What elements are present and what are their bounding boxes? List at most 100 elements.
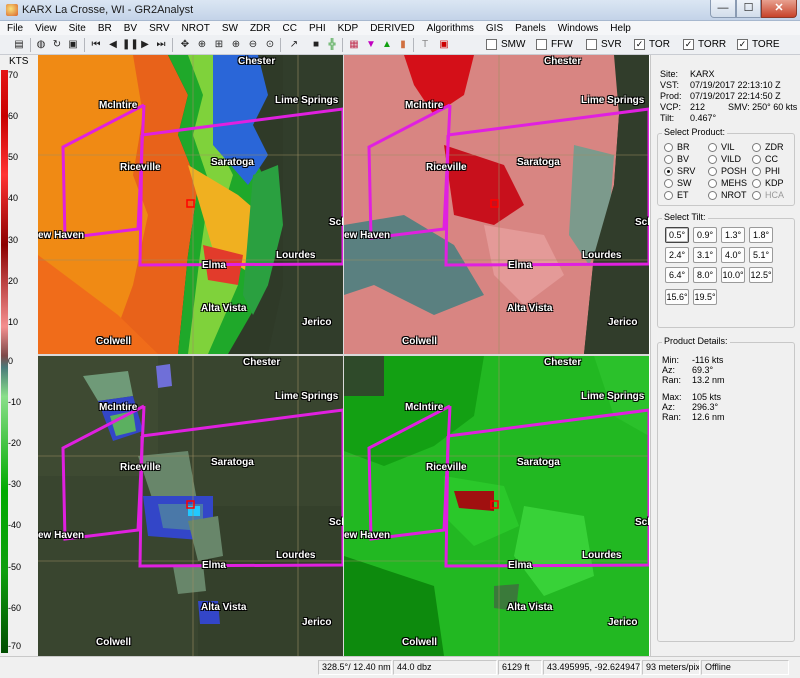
product-radio-mehs[interactable]: MEHS bbox=[708, 178, 747, 188]
radio-dot[interactable] bbox=[708, 178, 717, 188]
menu-nrot[interactable]: NROT bbox=[182, 23, 210, 34]
measure-icon[interactable]: ↗ bbox=[287, 38, 301, 52]
text-tool-icon[interactable]: T bbox=[418, 38, 432, 52]
product-radio-phi[interactable]: PHI bbox=[752, 166, 780, 176]
minimize-button[interactable]: — bbox=[710, 0, 736, 18]
tilt-button[interactable]: 5.1° bbox=[749, 247, 773, 263]
warning-toggle-smw[interactable]: SMW bbox=[486, 39, 525, 50]
tilt-button[interactable]: 12.5° bbox=[749, 267, 773, 283]
product-radio-br[interactable]: BR bbox=[664, 142, 690, 152]
checkbox-tor[interactable]: ✓ bbox=[634, 39, 645, 50]
triangle-up-icon[interactable]: ▲ bbox=[380, 38, 394, 52]
open-folder-icon[interactable]: ▤ bbox=[12, 38, 26, 52]
color-table-icon[interactable]: ▦ bbox=[347, 38, 361, 52]
radio-dot[interactable] bbox=[664, 154, 673, 164]
menu-derived[interactable]: DERIVED bbox=[370, 23, 414, 34]
radar-panel-top-left[interactable]: Chester McIntire Lime Springs Riceville … bbox=[38, 55, 343, 354]
tilt-button[interactable]: 0.9° bbox=[693, 227, 717, 243]
menu-site[interactable]: Site bbox=[69, 23, 86, 34]
menu-view[interactable]: View bbox=[35, 23, 57, 34]
product-radio-cc[interactable]: CC bbox=[752, 154, 778, 164]
product-radio-vil[interactable]: VIL bbox=[708, 142, 735, 152]
product-radio-vild[interactable]: VILD bbox=[708, 154, 741, 164]
radar-panel-bottom-right[interactable]: Chester McIntire Lime Springs Riceville … bbox=[344, 356, 649, 656]
menu-br[interactable]: BR bbox=[98, 23, 112, 34]
product-radio-sw[interactable]: SW bbox=[664, 178, 692, 188]
warning-toggle-svr[interactable]: SVR bbox=[586, 39, 622, 50]
menu-cc[interactable]: CC bbox=[283, 23, 297, 34]
menu-sw[interactable]: SW bbox=[222, 23, 238, 34]
menu-panels[interactable]: Panels bbox=[515, 23, 546, 34]
product-radio-et[interactable]: ET bbox=[664, 190, 689, 200]
checkbox-tore[interactable]: ✓ bbox=[737, 39, 748, 50]
product-radio-bv[interactable]: BV bbox=[664, 154, 689, 164]
radar-panel-top-right[interactable]: Chester McIntire Lime Springs Riceville … bbox=[344, 55, 649, 354]
maximize-button[interactable]: ☐ bbox=[736, 0, 761, 18]
radio-dot[interactable] bbox=[752, 166, 761, 176]
radio-dot[interactable] bbox=[664, 142, 673, 152]
tilt-button[interactable]: 6.4° bbox=[665, 267, 689, 283]
skip-first-icon[interactable]: ⏮ bbox=[89, 38, 103, 52]
zoom-fit-icon[interactable]: ⊕ bbox=[195, 38, 209, 52]
warning-toggle-torr[interactable]: ✓ TORR bbox=[683, 39, 726, 50]
refresh-icon[interactable]: ↻ bbox=[50, 38, 64, 52]
warning-toggle-ffw[interactable]: FFW bbox=[536, 39, 573, 50]
menu-algorithms[interactable]: Algorithms bbox=[427, 23, 474, 34]
record-icon[interactable]: ▣ bbox=[437, 38, 451, 52]
radio-dot[interactable] bbox=[664, 166, 673, 176]
menu-help[interactable]: Help bbox=[610, 23, 631, 34]
product-radio-srv[interactable]: SRV bbox=[664, 166, 695, 176]
product-radio-posh[interactable]: POSH bbox=[708, 166, 747, 176]
zoom-out-icon[interactable]: ⊖ bbox=[246, 38, 260, 52]
menu-srv[interactable]: SRV bbox=[149, 23, 169, 34]
tilt-button[interactable]: 3.1° bbox=[693, 247, 717, 263]
radio-dot[interactable] bbox=[752, 154, 761, 164]
tilt-button[interactable]: 4.0° bbox=[721, 247, 745, 263]
skip-last-icon[interactable]: ⏭ bbox=[154, 38, 168, 52]
radio-dot[interactable] bbox=[708, 154, 717, 164]
zoom-in-icon[interactable]: ⊕ bbox=[229, 38, 243, 52]
product-radio-kdp[interactable]: KDP bbox=[752, 178, 784, 188]
tilt-button[interactable]: 2.4° bbox=[665, 247, 689, 263]
warning-toggle-tor[interactable]: ✓ TOR bbox=[634, 39, 670, 50]
globe-icon[interactable]: ◍ bbox=[34, 38, 48, 52]
capsule-icon[interactable]: ▮ bbox=[396, 38, 410, 52]
product-radio-zdr[interactable]: ZDR bbox=[752, 142, 784, 152]
tilt-button[interactable]: 19.5° bbox=[693, 289, 717, 305]
tilt-button[interactable]: 1.3° bbox=[721, 227, 745, 243]
checkbox-ffw[interactable] bbox=[536, 39, 547, 50]
menu-kdp[interactable]: KDP bbox=[338, 23, 359, 34]
checkbox-torr[interactable]: ✓ bbox=[683, 39, 694, 50]
play-icon[interactable]: ▶ bbox=[138, 38, 152, 52]
pause-icon[interactable]: ❚❚ bbox=[122, 38, 139, 52]
checkbox-smw[interactable] bbox=[486, 39, 497, 50]
triangle-down-icon[interactable]: ▼ bbox=[364, 38, 378, 52]
tilt-button[interactable]: 8.0° bbox=[693, 267, 717, 283]
zoom-box-icon[interactable]: ⊞ bbox=[212, 38, 226, 52]
tilt-button[interactable]: 10.0° bbox=[721, 267, 745, 283]
menu-windows[interactable]: Windows bbox=[558, 23, 599, 34]
radio-dot[interactable] bbox=[752, 178, 761, 188]
menu-zdr[interactable]: ZDR bbox=[250, 23, 271, 34]
tilt-button[interactable]: 15.6° bbox=[665, 289, 689, 305]
menu-phi[interactable]: PHI bbox=[309, 23, 326, 34]
radio-dot[interactable] bbox=[708, 142, 717, 152]
menu-bv[interactable]: BV bbox=[124, 23, 137, 34]
stop-icon[interactable]: ■ bbox=[309, 38, 323, 52]
zoom-reset-icon[interactable]: ⊙ bbox=[263, 38, 277, 52]
radio-dot[interactable] bbox=[752, 142, 761, 152]
panel-divider-horizontal[interactable] bbox=[38, 354, 649, 356]
radio-dot[interactable] bbox=[664, 190, 673, 200]
radar-panel-bottom-left[interactable]: Chester McIntire Lime Springs Riceville … bbox=[38, 356, 343, 656]
tilt-button[interactable]: 0.5° bbox=[665, 227, 689, 243]
menu-gis[interactable]: GIS bbox=[486, 23, 503, 34]
radio-dot[interactable] bbox=[708, 166, 717, 176]
tilt-button[interactable]: 1.8° bbox=[749, 227, 773, 243]
step-back-icon[interactable]: ◀ bbox=[106, 38, 120, 52]
layout-icon[interactable]: ╬ bbox=[325, 38, 339, 52]
radio-dot[interactable] bbox=[664, 178, 673, 188]
radio-dot[interactable] bbox=[708, 190, 717, 200]
close-button[interactable]: ✕ bbox=[761, 0, 797, 18]
pan-icon[interactable]: ✥ bbox=[178, 38, 192, 52]
checkbox-svr[interactable] bbox=[586, 39, 597, 50]
